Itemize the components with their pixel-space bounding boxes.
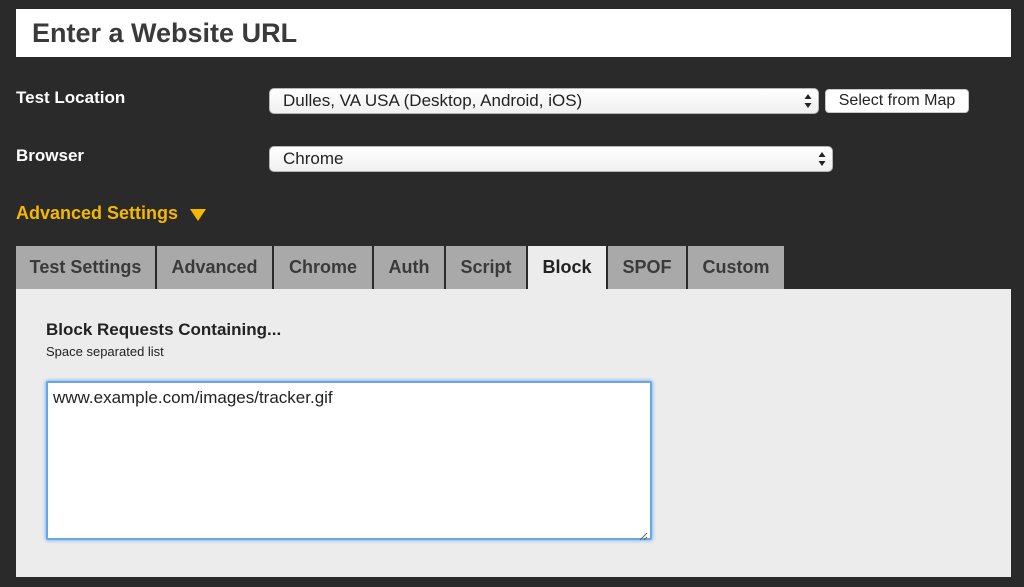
select-from-map-button[interactable]: Select from Map xyxy=(825,89,969,113)
select-arrows-icon xyxy=(804,93,812,109)
browser-select[interactable]: Chrome xyxy=(269,146,833,172)
advanced-settings-toggle[interactable]: Advanced Settings xyxy=(16,203,207,224)
settings-tabs: Test Settings Advanced Chrome Auth Scrip… xyxy=(16,246,784,289)
url-input[interactable]: Enter a Website URL xyxy=(16,9,1011,57)
test-location-value: Dulles, VA USA (Desktop, Android, iOS) xyxy=(283,91,583,110)
test-location-select[interactable]: Dulles, VA USA (Desktop, Android, iOS) xyxy=(269,88,819,114)
tab-spof[interactable]: SPOF xyxy=(608,246,688,289)
tab-auth[interactable]: Auth xyxy=(374,246,446,289)
test-location-label: Test Location xyxy=(16,88,126,107)
triangle-down-icon xyxy=(190,208,207,221)
tab-script[interactable]: Script xyxy=(446,246,528,289)
block-requests-hint: Space separated list xyxy=(46,344,164,359)
block-requests-textarea[interactable]: www.example.com/images/tracker.gif xyxy=(46,381,652,541)
tab-chrome[interactable]: Chrome xyxy=(274,246,374,289)
browser-label: Browser xyxy=(16,146,85,165)
tab-advanced[interactable]: Advanced xyxy=(157,246,274,289)
browser-value: Chrome xyxy=(283,149,344,168)
block-panel: Block Requests Containing... Space separ… xyxy=(16,289,1011,577)
resize-handle-icon[interactable] xyxy=(638,526,648,541)
tab-test-settings[interactable]: Test Settings xyxy=(16,246,157,289)
select-arrows-icon xyxy=(818,151,826,167)
block-requests-value: www.example.com/images/tracker.gif xyxy=(53,388,333,407)
advanced-settings-label: Advanced Settings xyxy=(16,203,179,223)
tab-block[interactable]: Block xyxy=(528,246,608,289)
tab-custom[interactable]: Custom xyxy=(688,246,784,289)
block-requests-title: Block Requests Containing... xyxy=(46,320,282,339)
